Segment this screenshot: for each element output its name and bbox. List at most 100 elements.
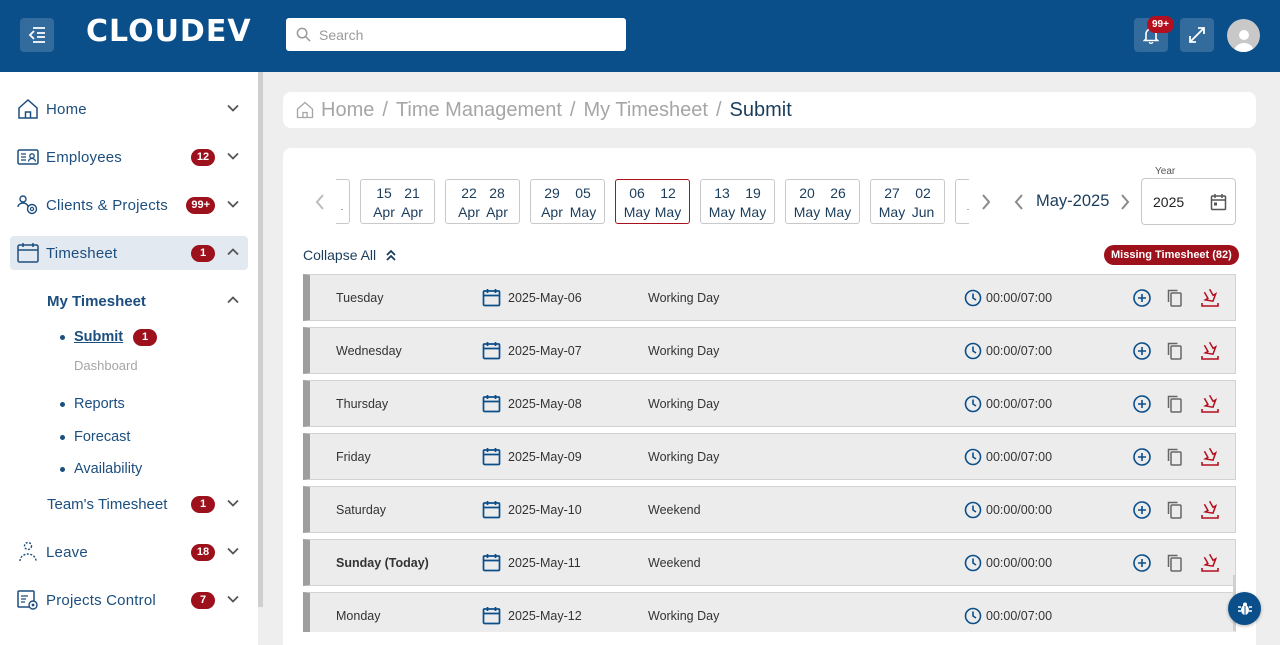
sidebar-item-leave[interactable]: Leave 18 [10,535,248,569]
collapse-all-label: Collapse All [303,247,377,263]
top-bar: CLOUDEV 99+ [0,0,1280,72]
day-hours: 00:00/07:00 [986,291,1053,305]
week-end-day: 28 [489,185,505,201]
collapse-sidebar-button[interactable] [20,18,54,52]
double-chevron-up-icon [386,249,396,261]
week-start-day: 13 [714,185,730,201]
sidebar-item-my-timesheet[interactable]: My Timesheet [10,284,248,318]
download-icon[interactable] [1200,553,1220,573]
week-start-day: 22 [461,185,477,201]
sidebar-item-submit[interactable]: Submit [60,329,123,345]
week-start-month: Apr [541,204,563,220]
sidebar-item-timesheet[interactable]: Timesheet 1 [10,236,248,270]
add-entry-icon[interactable] [1132,447,1152,467]
week-end-day: 19 [745,185,761,201]
day-row[interactable]: Monday 2025-May-12 Working Day 00:00/07:… [303,592,1236,632]
year-picker[interactable]: 2025 [1141,178,1236,225]
day-hours: 00:00/07:00 [986,397,1053,411]
week-card[interactable]: 29 05 Apr May [530,179,605,224]
week-card[interactable]: 13 19 May May [700,179,775,224]
calendar-icon [482,395,501,413]
chevron-up-icon [227,296,239,304]
chevron-left-icon[interactable] [313,192,327,212]
week-start-day: 20 [799,185,815,201]
day-row[interactable]: Saturday 2025-May-10 Weekend 00:00/00:00 [303,486,1236,533]
week-card[interactable]: 15 21 Apr Apr [360,179,435,224]
sidebar-scrollbar[interactable] [258,72,263,607]
home-icon[interactable] [295,100,315,120]
clock-icon [964,395,982,413]
sidebar-item-reports[interactable]: Reports [60,396,125,412]
copy-icon[interactable] [1165,288,1185,308]
week-card[interactable]: 22 28 Apr Apr [445,179,520,224]
week-card[interactable]: 20 26 May May [785,179,860,224]
clock-icon [964,607,982,625]
breadcrumb-home[interactable]: Home [321,99,374,122]
sidebar-item-projects-control[interactable]: Projects Control 7 [10,583,248,617]
week-partial-right[interactable]: . [955,179,969,224]
sidebar-item-clients-projects[interactable]: Clients & Projects 99+ [10,188,248,222]
week-start-month: May [708,204,736,220]
week-card-selected[interactable]: 06 12 May May [615,179,690,224]
expand-icon [1189,27,1205,43]
calendar-icon [482,554,501,572]
day-name: Tuesday [336,291,384,305]
clock-icon [964,501,982,519]
copy-icon[interactable] [1165,553,1185,573]
day-row[interactable]: Thursday 2025-May-08 Working Day 00:00/0… [303,380,1236,427]
count-badge: 1 [133,329,157,346]
add-entry-icon[interactable] [1132,288,1152,308]
add-entry-icon[interactable] [1132,553,1152,573]
sidebar-item-home[interactable]: Home [10,92,248,126]
copy-icon[interactable] [1165,341,1185,361]
day-date: 2025-May-08 [508,397,582,411]
day-name: Monday [336,609,381,623]
day-name: Wednesday [336,344,402,358]
user-avatar[interactable] [1227,19,1260,52]
prev-month-icon[interactable] [1012,192,1026,212]
count-badge: 1 [191,495,215,513]
collapse-all-button[interactable]: Collapse All [303,247,397,263]
sidebar-item-employees[interactable]: Employees 12 [10,140,248,174]
day-row[interactable]: Wednesday 2025-May-07 Working Day 00:00/… [303,327,1236,374]
sidebar-item-teams-timesheet[interactable]: Team's Timesheet 1 [10,487,248,521]
search-input[interactable] [319,26,609,43]
sidebar-item-forecast[interactable]: Forecast [60,429,130,445]
week-end-month: Apr [486,204,508,220]
bug-report-button[interactable] [1228,592,1261,625]
add-entry-icon[interactable] [1132,500,1152,520]
download-icon[interactable] [1200,288,1220,308]
download-icon[interactable] [1200,447,1220,467]
calendar-icon[interactable] [1210,193,1227,211]
chevron-down-icon [227,547,239,555]
chevron-right-icon[interactable] [979,192,993,212]
week-partial-left[interactable]: . [336,179,350,224]
search-box[interactable] [286,18,626,51]
add-entry-icon[interactable] [1132,394,1152,414]
day-hours: 00:00/00:00 [986,556,1053,570]
week-card[interactable]: 27 02 May Jun [870,179,945,224]
sidebar-item-availability[interactable]: Availability [60,461,142,477]
calendar-icon [482,289,501,307]
leave-icon [19,541,37,562]
download-icon[interactable] [1200,394,1220,414]
breadcrumb-my-timesheet[interactable]: My Timesheet [583,99,707,122]
count-badge: 1 [191,244,215,262]
sidebar-item-dashboard[interactable]: Dashboard [74,358,138,373]
download-icon[interactable] [1200,341,1220,361]
copy-icon[interactable] [1165,500,1185,520]
add-entry-icon[interactable] [1132,341,1152,361]
day-row[interactable]: Friday 2025-May-09 Working Day 00:00/07:… [303,433,1236,480]
week-start-day: 15 [376,185,392,201]
fullscreen-button[interactable] [1180,18,1214,52]
missing-timesheet-badge[interactable]: Missing Timesheet (82) [1104,245,1239,265]
day-row[interactable]: Tuesday 2025-May-06 Working Day 00:00/07… [303,274,1236,321]
day-row-today[interactable]: Sunday (Today) 2025-May-11 Weekend 00:00… [303,539,1236,586]
copy-icon[interactable] [1165,394,1185,414]
copy-icon[interactable] [1165,447,1185,467]
breadcrumb-time-management[interactable]: Time Management [396,99,562,122]
download-icon[interactable] [1200,500,1220,520]
day-date: 2025-May-12 [508,609,582,623]
next-month-icon[interactable] [1118,192,1132,212]
cloudev-logo: CLOUDEV [86,14,252,49]
